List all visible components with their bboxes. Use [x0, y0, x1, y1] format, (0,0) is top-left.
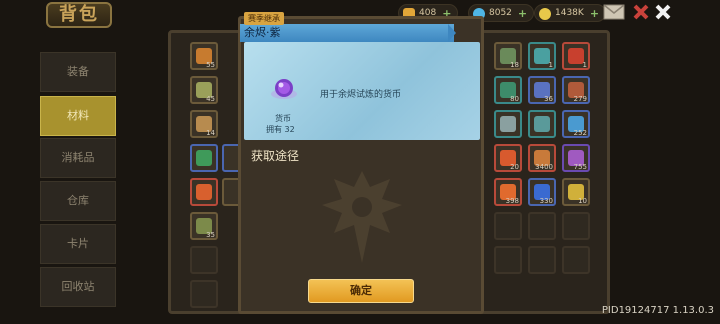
mail-icon — [603, 4, 625, 20]
inventory-slot[interactable] — [494, 246, 522, 274]
inventory-slot[interactable]: 755 — [562, 144, 590, 172]
close-secondary-button[interactable] — [630, 2, 652, 22]
item-owned-count: 拥有 32 — [266, 125, 295, 134]
item-name: 货币 — [275, 114, 291, 123]
inventory-slot[interactable] — [528, 212, 556, 240]
tab-cards[interactable]: 卡片 — [40, 224, 116, 264]
inventory-slot[interactable]: 55 — [190, 42, 218, 70]
item-icon — [500, 116, 516, 132]
inventory-slot[interactable]: 36 — [528, 76, 556, 104]
season-tag: 赛季继承 — [244, 12, 284, 25]
inventory-slot[interactable] — [494, 110, 522, 138]
inventory-slot[interactable]: 1 — [562, 42, 590, 70]
inventory-slot[interactable]: 1 — [528, 42, 556, 70]
coin-icon — [539, 8, 551, 20]
tab-equipment[interactable]: 装备 — [40, 52, 116, 92]
item-description: 用于余烬试炼的货币 — [320, 90, 402, 100]
item-icon — [196, 184, 212, 200]
build-id: PID19124717 1.13.0.3 — [601, 305, 714, 316]
inventory-slot[interactable]: 80 — [494, 76, 522, 104]
inventory-slot[interactable]: 3400 — [528, 144, 556, 172]
confirm-button[interactable]: 确定 — [308, 279, 414, 303]
ember-orb-icon — [271, 79, 297, 99]
inventory-slot[interactable]: 10 — [562, 178, 590, 206]
inventory-slot[interactable] — [528, 246, 556, 274]
inventory-slot[interactable] — [190, 280, 218, 308]
inventory-slot[interactable]: 18 — [494, 42, 522, 70]
inventory-slot[interactable]: 252 — [562, 110, 590, 138]
inventory-slot[interactable] — [190, 246, 218, 274]
inventory-slot[interactable] — [494, 212, 522, 240]
inventory-slot[interactable]: 45 — [190, 76, 218, 104]
inventory-slot[interactable] — [190, 178, 218, 206]
inventory-slot[interactable]: 20 — [494, 144, 522, 172]
add-coin-button[interactable]: + — [590, 7, 599, 20]
add-gem-button[interactable]: + — [518, 7, 527, 20]
inventory-slot[interactable]: 35 — [190, 212, 218, 240]
obtain-methods-heading: 获取途径 — [251, 149, 300, 163]
inventory-slot[interactable]: 14 — [190, 110, 218, 138]
inventory-slot[interactable] — [562, 212, 590, 240]
emblem-watermark — [322, 171, 402, 263]
inventory-slot[interactable] — [528, 110, 556, 138]
inventory-slot[interactable] — [190, 144, 218, 172]
tab-consumables[interactable]: 消耗品 — [40, 138, 116, 178]
tab-warehouse[interactable]: 仓库 — [40, 181, 116, 221]
tab-recycle-bin[interactable]: 回收站 — [40, 267, 116, 307]
mail-button[interactable] — [603, 2, 625, 22]
close-button[interactable] — [652, 2, 674, 22]
page-title: 背包 — [46, 2, 112, 28]
tab-materials[interactable]: 材料 — [40, 96, 116, 136]
currency-coin[interactable]: 1438K + — [534, 4, 607, 22]
currency-value: 8052 — [489, 8, 512, 18]
item-icon — [196, 150, 212, 166]
inventory-slot[interactable]: 398 — [494, 178, 522, 206]
inventory-slot[interactable] — [562, 246, 590, 274]
close-icon — [655, 4, 671, 20]
modal-title: 余烬·紫 — [240, 24, 454, 42]
item-icon — [534, 116, 550, 132]
currency-value: 1438K — [555, 8, 584, 18]
close-icon — [633, 4, 649, 20]
inventory-slot[interactable]: 330 — [528, 178, 556, 206]
inventory-slot[interactable]: 279 — [562, 76, 590, 104]
titlebar-notch — [448, 24, 456, 42]
